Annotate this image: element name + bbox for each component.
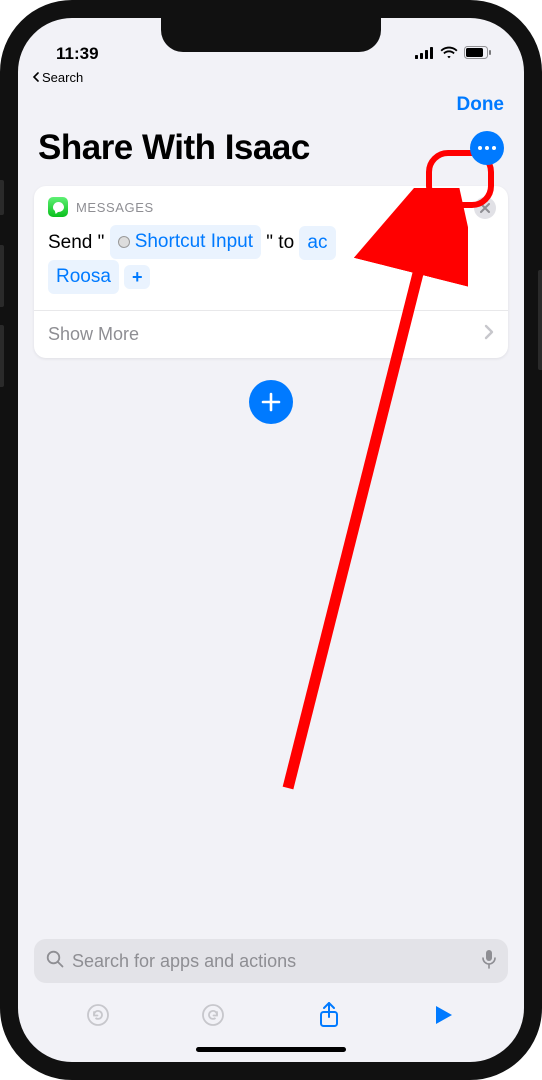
magic-variable-icon <box>118 236 130 248</box>
action-text-prefix: Send " <box>48 232 104 253</box>
add-recipient-button[interactable]: + <box>124 265 150 289</box>
more-options-button[interactable] <box>470 131 504 165</box>
show-more-label: Show More <box>48 324 139 345</box>
play-icon <box>434 1004 454 1026</box>
messages-app-icon <box>48 197 68 217</box>
wifi-icon <box>440 44 458 64</box>
action-app-label: MESSAGES <box>76 200 154 215</box>
chevron-right-icon <box>484 324 494 345</box>
show-more-row[interactable]: Show More <box>34 310 508 358</box>
search-icon <box>46 950 64 973</box>
back-to-app[interactable]: Search <box>18 66 524 88</box>
redo-icon <box>200 1002 226 1028</box>
device-power-button <box>538 270 542 370</box>
search-field[interactable] <box>34 939 508 983</box>
action-body: Send " Shortcut Input " to ac Roosa + <box>34 223 508 310</box>
page-title: Share With Isaac <box>38 128 460 168</box>
dictate-icon[interactable] <box>482 949 496 974</box>
add-action-button[interactable] <box>249 380 293 424</box>
device-volume-up <box>0 245 4 307</box>
device-volume-down <box>0 325 4 387</box>
device-notch <box>161 18 381 52</box>
device-silence-switch <box>0 180 4 215</box>
variable-token-label: Shortcut Input <box>135 226 253 258</box>
battery-icon <box>464 44 492 64</box>
done-button[interactable]: Done <box>457 94 505 116</box>
action-text-midfix: " to <box>266 232 294 253</box>
back-label: Search <box>42 70 83 85</box>
redo-button[interactable] <box>183 1002 243 1028</box>
bottom-toolbar <box>34 983 508 1047</box>
home-indicator[interactable] <box>196 1047 346 1052</box>
undo-icon <box>85 1002 111 1028</box>
recipient-token-part1[interactable]: ac <box>299 226 335 260</box>
run-button[interactable] <box>414 1004 474 1026</box>
ellipsis-icon <box>478 146 496 150</box>
status-time: 11:39 <box>56 44 99 64</box>
cell-signal-icon <box>415 44 434 64</box>
recipient-token-part2[interactable]: Roosa <box>48 260 119 294</box>
search-input[interactable] <box>72 951 474 972</box>
share-button[interactable] <box>299 1001 359 1029</box>
share-icon <box>317 1001 341 1029</box>
action-card[interactable]: MESSAGES Send " Shortcut Input " to ac R… <box>34 186 508 358</box>
variable-token-shortcut-input[interactable]: Shortcut Input <box>110 225 261 259</box>
undo-button[interactable] <box>68 1002 128 1028</box>
plus-icon <box>261 392 281 412</box>
